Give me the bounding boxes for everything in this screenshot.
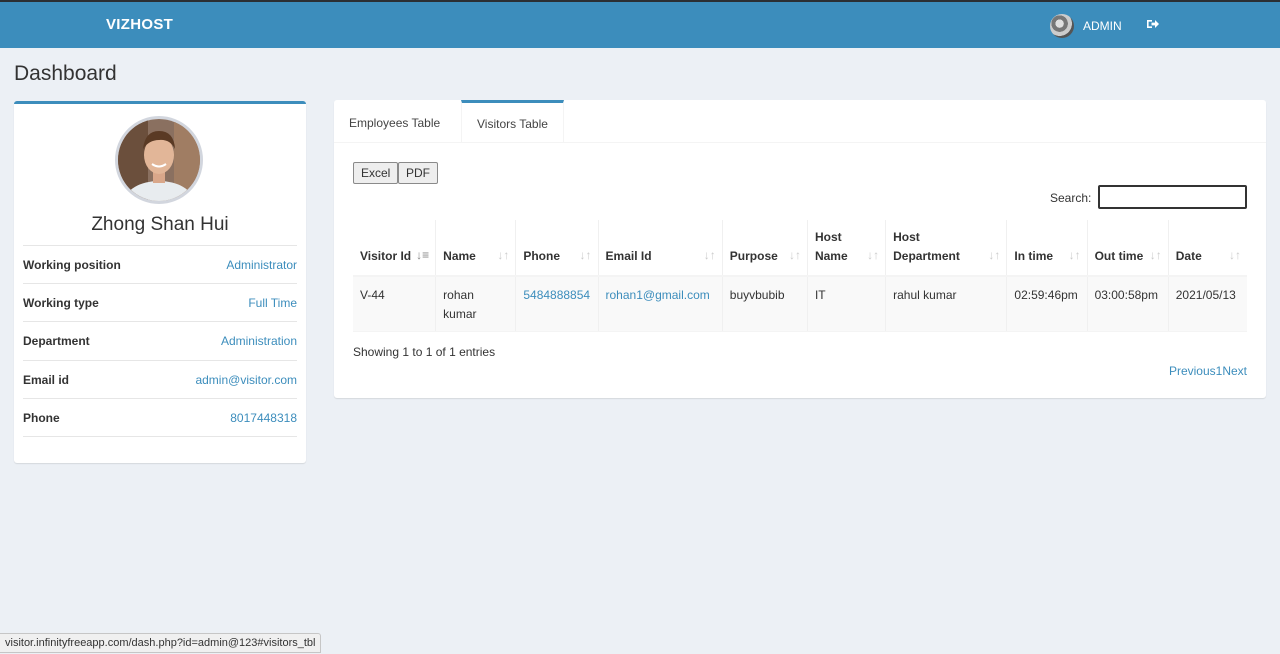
column-header-in-time[interactable]: In time ↓↑ xyxy=(1006,220,1088,277)
sort-icon: ↓↑ xyxy=(579,248,592,262)
profile-avatar xyxy=(115,116,203,204)
sort-icon: ↓↑ xyxy=(867,248,880,262)
cell-purpose: buyvbubib xyxy=(722,276,808,332)
cell-visitor-id: V-44 xyxy=(353,276,437,332)
excel-export-button[interactable]: Excel xyxy=(353,162,399,184)
sort-icon: ↓↑ xyxy=(1068,248,1081,262)
column-header-purpose[interactable]: Purpose ↓↑ xyxy=(722,220,808,277)
info-row-phone: Phone 8017448318 xyxy=(23,398,297,436)
tab-bar: Employees Table Visitors Table xyxy=(334,100,1266,143)
sort-asc-icon: ↓≡ xyxy=(416,248,430,262)
info-row-email: Email id admin@visitor.com xyxy=(23,360,297,398)
brand-logo[interactable]: VIZHOST xyxy=(106,16,173,33)
cell-name: rohan kumar xyxy=(435,276,517,332)
cell-out-time: 03:00:58pm xyxy=(1087,276,1169,332)
sort-icon: ↓↑ xyxy=(788,248,801,262)
divider xyxy=(23,436,297,437)
cell-email[interactable]: rohan1@gmail.com xyxy=(598,276,723,332)
info-label: Phone xyxy=(23,411,60,425)
sort-icon: ↓↑ xyxy=(1149,248,1162,262)
next-page-button[interactable]: Next xyxy=(1222,364,1247,378)
sort-icon: ↓↑ xyxy=(703,248,716,262)
visitors-table: Visitor Id ↓≡ Name ↓↑ Phone ↓↑ Email Id … xyxy=(353,220,1247,332)
logout-icon[interactable] xyxy=(1146,17,1160,36)
previous-page-button[interactable]: Previous xyxy=(1169,364,1216,378)
info-value[interactable]: 8017448318 xyxy=(230,411,297,425)
info-label: Email id xyxy=(23,373,70,387)
column-header-host-name[interactable]: Host Name ↓↑ xyxy=(807,220,887,277)
pagination: Previous1Next xyxy=(1169,364,1247,378)
column-header-out-time[interactable]: Out time ↓↑ xyxy=(1087,220,1169,277)
page-title: Dashboard xyxy=(14,62,117,85)
tab-visitors-table[interactable]: Visitors Table xyxy=(461,100,564,142)
cell-date: 2021/05/13 xyxy=(1168,276,1247,332)
info-row-working-type: Working type Full Time xyxy=(23,283,297,321)
info-value[interactable]: Full Time xyxy=(248,296,297,310)
cell-host-department: rahul kumar xyxy=(885,276,1008,332)
search-input[interactable] xyxy=(1098,185,1247,209)
info-label: Working position xyxy=(23,258,121,272)
info-row-working-position: Working position Administrator xyxy=(23,245,297,283)
search-label: Search: xyxy=(1050,191,1092,205)
column-header-email-id[interactable]: Email Id ↓↑ xyxy=(598,220,723,277)
cell-in-time: 02:59:46pm xyxy=(1006,276,1088,332)
cell-phone[interactable]: 5484888854 xyxy=(515,276,599,332)
top-navbar: VIZHOST ADMIN xyxy=(0,0,1280,48)
pdf-export-button[interactable]: PDF xyxy=(398,162,438,184)
table-info: Showing 1 to 1 of 1 entries xyxy=(353,345,496,359)
sort-icon: ↓↑ xyxy=(1229,248,1241,262)
tab-employees-table[interactable]: Employees Table xyxy=(334,100,455,142)
info-label: Department xyxy=(23,334,90,348)
column-header-phone[interactable]: Phone ↓↑ xyxy=(515,220,599,277)
browser-status-url: visitor.infinityfreeapp.com/dash.php?id=… xyxy=(0,633,322,653)
user-avatar[interactable] xyxy=(1050,14,1074,38)
sort-icon: ↓↑ xyxy=(497,248,510,262)
info-row-department: Department Administration xyxy=(23,321,297,359)
sort-icon: ↓↑ xyxy=(988,248,1001,262)
column-header-date[interactable]: Date ↓↑ xyxy=(1168,220,1247,277)
info-value[interactable]: admin@visitor.com xyxy=(195,373,297,387)
tables-panel: Employees Table Visitors Table Excel PDF… xyxy=(334,100,1266,398)
column-header-host-department[interactable]: Host Department ↓↑ xyxy=(885,220,1008,277)
info-value[interactable]: Administrator xyxy=(226,258,297,272)
profile-name: Zhong Shan Hui xyxy=(91,214,229,235)
table-row: V-44 rohan kumar 5484888854 rohan1@gmail… xyxy=(353,276,1247,332)
info-value[interactable]: Administration xyxy=(221,334,297,348)
user-menu-label[interactable]: ADMIN xyxy=(1083,19,1122,33)
profile-card: Zhong Shan Hui Working position Administ… xyxy=(14,101,306,463)
cell-host-name: IT xyxy=(807,276,887,332)
column-header-name[interactable]: Name ↓↑ xyxy=(435,220,517,277)
column-header-visitor-id[interactable]: Visitor Id ↓≡ xyxy=(353,220,437,277)
table-header-row: Visitor Id ↓≡ Name ↓↑ Phone ↓↑ Email Id … xyxy=(353,220,1247,277)
info-label: Working type xyxy=(23,296,99,310)
